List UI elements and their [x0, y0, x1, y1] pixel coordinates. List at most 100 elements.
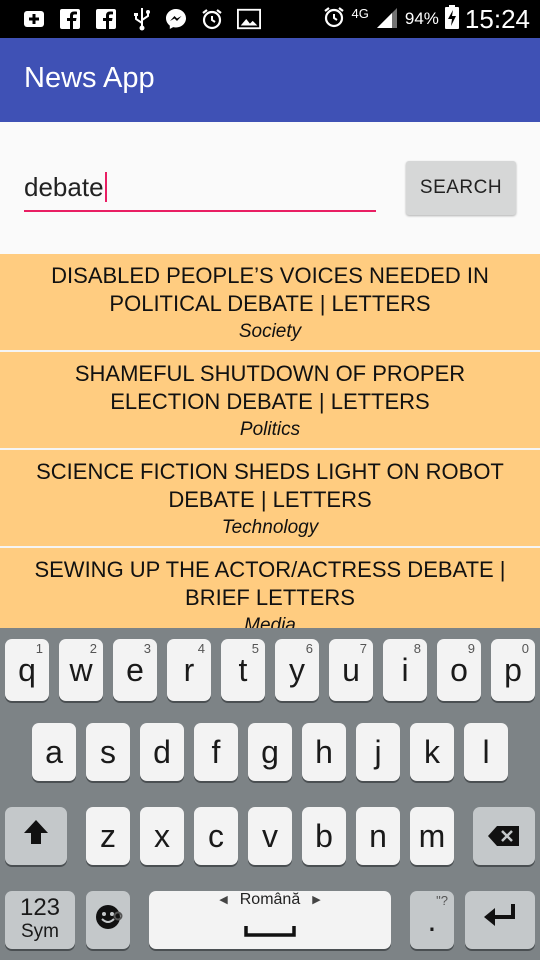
key-label: u [342, 651, 360, 688]
key-hint: 1 [35, 641, 43, 656]
period-key[interactable]: "? . [410, 891, 454, 949]
list-item[interactable]: SEWING UP THE ACTOR/ACTRESS DEBATE | BRI… [0, 548, 540, 628]
key-i[interactable]: 8i [383, 639, 427, 701]
key-c[interactable]: c [194, 807, 238, 865]
usb-icon [130, 7, 154, 31]
settings-hint-icon [112, 893, 124, 930]
symbols-key-label: 123 [19, 894, 61, 921]
status-bar: 4G 94% 15:24 [0, 0, 540, 38]
alarm-icon [200, 7, 224, 31]
article-section: Society [238, 321, 302, 342]
battery-charging-icon [444, 4, 459, 34]
key-y[interactable]: 6y [275, 639, 319, 701]
key-label: w [69, 651, 93, 688]
app-bar: News App [0, 38, 540, 122]
spacebar-key[interactable]: ◀ Română ▶ [149, 891, 391, 949]
key-j[interactable]: j [356, 723, 400, 781]
key-b[interactable]: b [302, 807, 346, 865]
key-z[interactable]: z [86, 807, 130, 865]
key-label: q [18, 651, 36, 688]
text-cursor [104, 172, 107, 202]
key-hint: 9 [467, 641, 475, 656]
list-item[interactable]: DISABLED PEOPLE’S VOICES NEEDED IN POLIT… [0, 254, 540, 352]
key-hint: 0 [521, 641, 529, 656]
plus-box-icon [22, 7, 46, 31]
article-section: Media [244, 615, 296, 628]
key-hint: 4 [197, 641, 205, 656]
key-hint: 7 [359, 641, 367, 656]
symbols-key[interactable]: 123 Sym [5, 891, 75, 949]
key-e[interactable]: 3e [113, 639, 157, 701]
key-u[interactable]: 7u [329, 639, 373, 701]
article-section: Politics [239, 419, 301, 440]
key-x[interactable]: x [140, 807, 184, 865]
key-hint: 3 [143, 641, 151, 656]
battery-percent: 94% [404, 9, 439, 28]
backspace-key[interactable] [473, 807, 535, 865]
article-title: DISABLED PEOPLE’S VOICES NEEDED IN POLIT… [51, 263, 489, 316]
search-input[interactable]: debate [24, 164, 376, 212]
clock: 15:24 [464, 3, 530, 34]
list-item[interactable]: SCIENCE FICTION SHEDS LIGHT ON ROBOT DEB… [0, 450, 540, 548]
enter-key[interactable] [465, 891, 535, 949]
key-label: o [450, 651, 468, 688]
search-bar: debate SEARCH [0, 122, 540, 254]
key-hint: 8 [413, 641, 421, 656]
key-label: r [183, 651, 195, 688]
article-title: SEWING UP THE ACTOR/ACTRESS DEBATE | BRI… [34, 557, 506, 610]
key-h[interactable]: h [302, 723, 346, 781]
messenger-icon [164, 7, 188, 31]
key-t[interactable]: 5t [221, 639, 265, 701]
key-r[interactable]: 4r [167, 639, 211, 701]
key-hint: 5 [251, 641, 259, 656]
article-section: Technology [221, 517, 319, 538]
facebook-icon [58, 7, 82, 31]
facebook-icon [94, 7, 118, 31]
signal-icon [375, 6, 399, 33]
key-label: y [289, 651, 305, 688]
alarm-icon [322, 5, 346, 34]
network-type: 4G [351, 5, 369, 21]
key-l[interactable]: l [464, 723, 508, 781]
article-title: SHAMEFUL SHUTDOWN OF PROPER ELECTION DEB… [74, 361, 466, 414]
space-icon [244, 909, 296, 946]
results-list[interactable]: DISABLED PEOPLE’S VOICES NEEDED IN POLIT… [0, 254, 540, 628]
emoji-key[interactable] [86, 891, 130, 949]
list-item[interactable]: SHAMEFUL SHUTDOWN OF PROPER ELECTION DEB… [0, 352, 540, 450]
key-g[interactable]: g [248, 723, 292, 781]
symbols-key-sublabel: Sym [21, 921, 59, 942]
app-title: News App [24, 62, 155, 94]
key-s[interactable]: s [86, 723, 130, 781]
backspace-icon [487, 818, 521, 855]
key-label: p [504, 651, 522, 688]
chevron-left-icon: ◀ [219, 894, 228, 906]
key-v[interactable]: v [248, 807, 292, 865]
shift-key[interactable] [5, 807, 67, 865]
key-hint: 2 [89, 641, 97, 656]
key-label: t [238, 651, 248, 688]
soft-keyboard: 1q 2w 3e 4r 5t 6y 7u 8i 9o 0p a s d f g … [0, 628, 540, 960]
key-n[interactable]: n [356, 807, 400, 865]
key-o[interactable]: 9o [437, 639, 481, 701]
article-title: SCIENCE FICTION SHEDS LIGHT ON ROBOT DEB… [36, 459, 504, 512]
key-q[interactable]: 1q [5, 639, 49, 701]
key-a[interactable]: a [32, 723, 76, 781]
key-p[interactable]: 0p [491, 639, 535, 701]
enter-icon [481, 901, 519, 939]
search-input-value: debate [24, 171, 104, 202]
key-m[interactable]: m [410, 807, 454, 865]
shift-icon [21, 817, 51, 855]
search-button[interactable]: SEARCH [406, 161, 516, 215]
key-label: i [401, 651, 409, 688]
chevron-right-icon: ▶ [312, 894, 321, 906]
key-k[interactable]: k [410, 723, 454, 781]
image-icon [237, 7, 261, 31]
key-label: . [427, 901, 437, 938]
key-d[interactable]: d [140, 723, 184, 781]
key-w[interactable]: 2w [59, 639, 103, 701]
keyboard-language: Română [239, 890, 301, 908]
key-f[interactable]: f [194, 723, 238, 781]
key-hint: 6 [305, 641, 313, 656]
key-hint: "? [436, 893, 448, 908]
key-label: e [126, 651, 144, 688]
